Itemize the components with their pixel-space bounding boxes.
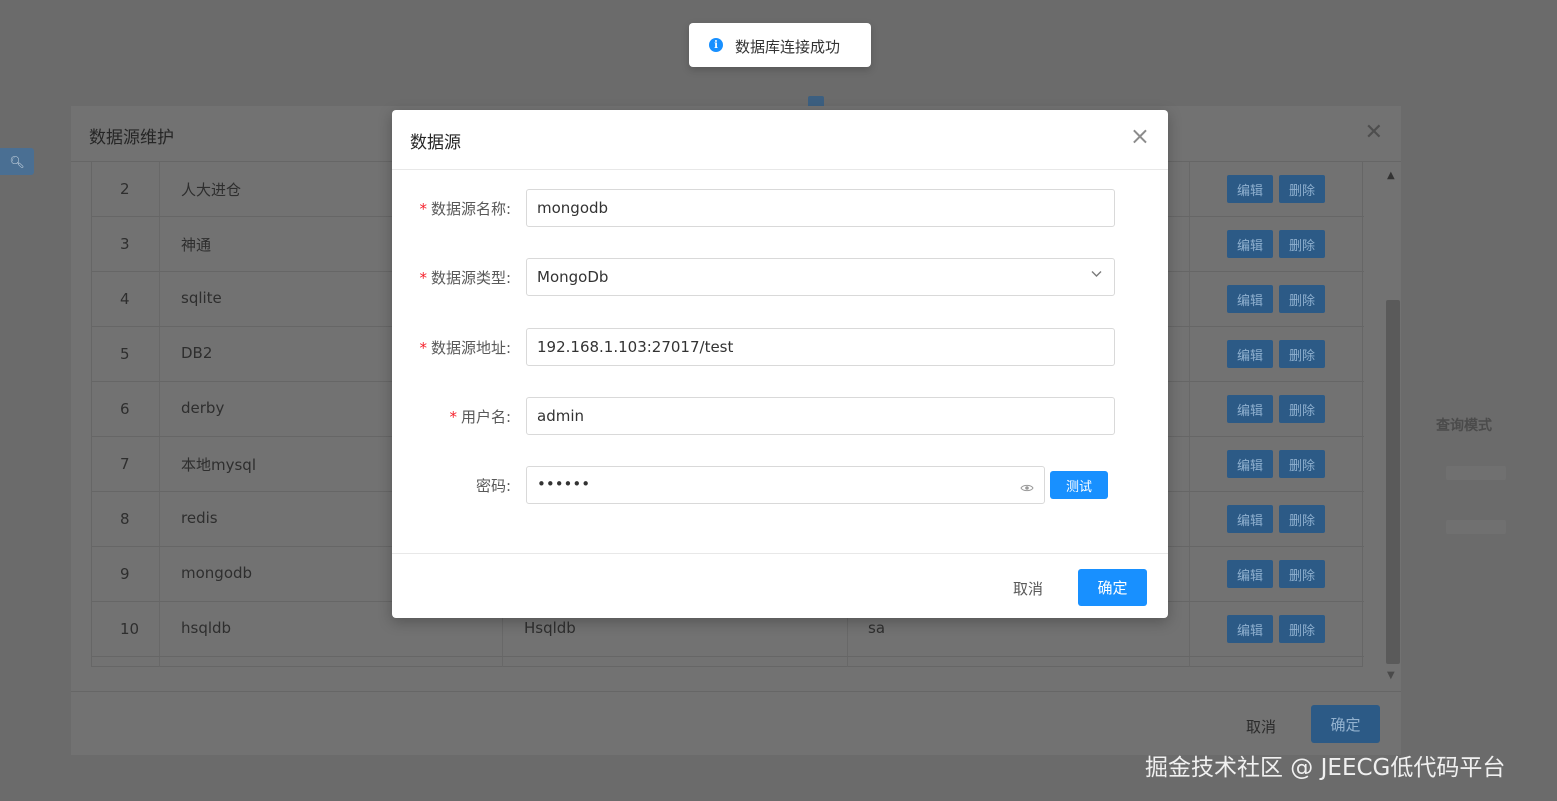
row-index: 7 [120,455,130,473]
row-name: hsqldb [181,619,232,637]
required-mark: * [419,200,427,218]
dialog-header: 数据源 × [392,110,1168,170]
password-input[interactable]: •••••• [526,466,1045,504]
edit-button[interactable]: 编辑 [1227,175,1273,203]
outer-dialog-title: 数据源维护 [89,128,174,148]
ok-button[interactable]: 确定 [1078,569,1147,606]
datasource-name-value: mongodb [537,199,609,217]
datasource-address-label: * 数据源地址: [419,339,511,357]
datasource-name-label: * 数据源名称: [419,200,511,218]
search-icon: 🔍︎ [9,154,25,169]
row-index: 6 [120,400,130,418]
edit-button[interactable]: 编辑 [1227,505,1273,533]
edit-button[interactable]: 编辑 [1227,395,1273,423]
datasource-type-value: MongoDb [537,268,609,286]
required-mark: * [419,269,427,287]
required-mark: * [449,408,457,426]
edit-button[interactable]: 编辑 [1227,450,1273,478]
row-name: 本地mysql [181,456,256,474]
background-search-button[interactable]: 🔍︎ [0,148,34,175]
password-label: 密码: [475,477,511,495]
row-index: 9 [120,565,130,583]
edit-button[interactable]: 编辑 [1227,340,1273,368]
edit-button[interactable]: 编辑 [1227,560,1273,588]
delete-button[interactable]: 删除 [1279,395,1325,423]
row-name: mongodb [181,564,253,582]
username-input[interactable]: admin [526,397,1115,435]
scroll-thumb[interactable] [1386,300,1400,664]
row-index: 8 [120,510,130,528]
row-username: sa [868,619,886,637]
delete-button[interactable]: 删除 [1279,450,1325,478]
datasource-type-select[interactable]: MongoDb [526,258,1115,296]
row-name: derby [181,399,225,417]
password-value: •••••• [537,475,591,493]
row-index: 4 [120,290,130,308]
watermark-text: 掘金技术社区 @ JEECG低代码平台 [1145,755,1506,781]
delete-button[interactable]: 删除 [1279,175,1325,203]
background-query-mode-label: 查询模式 [1436,418,1492,434]
row-index: 5 [120,345,130,363]
scroll-down-icon[interactable]: ▼ [1387,670,1395,681]
username-label: * 用户名: [449,408,511,426]
row-name: sqlite [181,289,222,307]
datasource-address-value: 192.168.1.103:27017/test [537,338,734,356]
close-icon[interactable]: × [1130,124,1150,148]
background-ghost-field [1446,466,1506,480]
row-index: 10 [120,620,140,638]
background-ghost-field [1446,520,1506,534]
datasource-name-row: * 数据源名称: mongodb [392,189,1168,227]
dialog-footer: 取消 确定 [392,553,1168,618]
required-mark: * [419,339,427,357]
row-index: 2 [120,180,130,198]
edit-button[interactable]: 编辑 [1227,615,1273,643]
outer-cancel-button[interactable]: 取消 [1246,716,1276,737]
eye-icon[interactable] [1020,479,1034,492]
edit-button[interactable]: 编辑 [1227,285,1273,313]
row-name: DB2 [181,344,213,362]
datasource-type-label: * 数据源类型: [419,269,511,287]
close-icon[interactable]: ✕ [1365,120,1383,145]
datasource-type-row: * 数据源类型: MongoDb [392,258,1168,296]
datasource-name-input[interactable]: mongodb [526,189,1115,227]
row-name: 神通 [181,236,212,254]
delete-button[interactable]: 删除 [1279,560,1325,588]
password-row: 密码: •••••• 测试 [392,466,1168,504]
row-name: redis [181,509,218,527]
table-scrollbar[interactable]: ▲ ▼ [1384,162,1400,686]
info-circle-icon: i [709,38,723,52]
edit-button[interactable]: 编辑 [1227,230,1273,258]
datasource-edit-dialog: 数据源 × * 数据源名称: mongodb * 数据源类型: MongoDb * 数… [392,110,1168,618]
dialog-title: 数据源 [410,133,461,153]
success-toast: i 数据库连接成功 [689,23,871,67]
username-row: * 用户名: admin [392,397,1168,435]
delete-button[interactable]: 删除 [1279,285,1325,313]
delete-button[interactable]: 删除 [1279,340,1325,368]
datasource-address-input[interactable]: 192.168.1.103:27017/test [526,328,1115,366]
delete-button[interactable]: 删除 [1279,615,1325,643]
row-name: 人大进仓 [181,181,242,199]
delete-button[interactable]: 删除 [1279,505,1325,533]
row-type: Hsqldb [524,619,576,637]
scroll-up-icon[interactable]: ▲ [1387,170,1395,181]
outer-ok-button[interactable]: 确定 [1311,705,1380,743]
cancel-button[interactable]: 取消 [1013,578,1043,599]
toast-message: 数据库连接成功 [735,38,841,56]
delete-button[interactable]: 删除 [1279,230,1325,258]
datasource-address-row: * 数据源地址: 192.168.1.103:27017/test [392,328,1168,366]
test-connection-button[interactable]: 测试 [1050,471,1108,499]
chevron-down-icon [1091,267,1102,282]
row-index: 3 [120,235,130,253]
username-value: admin [537,407,584,425]
outer-dialog-footer: 取消 确定 [71,691,1401,755]
